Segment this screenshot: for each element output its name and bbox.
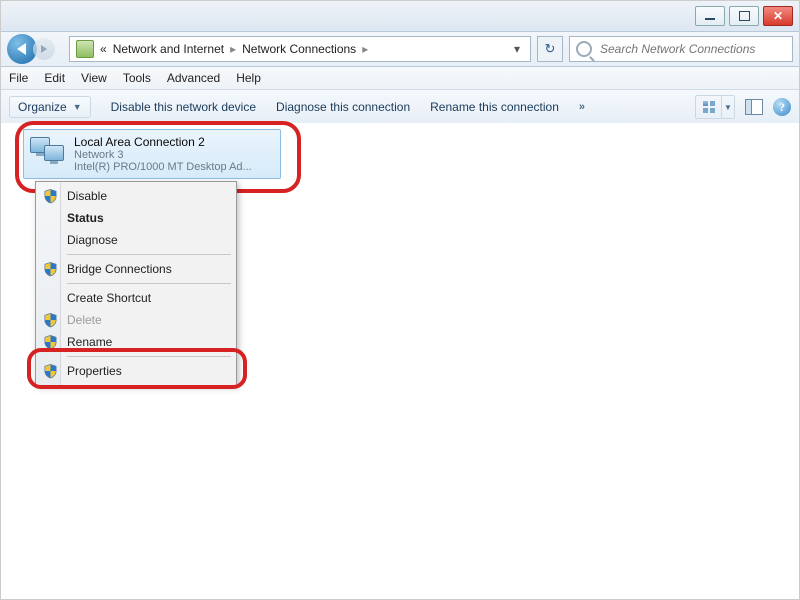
address-bar-row: « Network and Internet ▸ Network Connect…: [1, 32, 799, 67]
chevron-down-icon: ▼: [73, 102, 82, 112]
context-menu-item-delete: Delete: [39, 309, 233, 331]
context-menu-item-label: Properties: [67, 364, 122, 378]
location-icon: [76, 40, 94, 58]
arrow-right-icon: [41, 45, 47, 53]
nav-buttons: [7, 35, 63, 63]
uac-shield-icon: [43, 363, 58, 379]
forward-button[interactable]: [33, 38, 55, 60]
context-menu-separator: [67, 283, 231, 284]
context-menu-separator: [67, 254, 231, 255]
context-menu-item-label: Delete: [67, 313, 102, 327]
context-menu-item-properties[interactable]: Properties: [39, 360, 233, 382]
context-menu-item-label: Rename: [67, 335, 112, 349]
menu-help[interactable]: Help: [236, 71, 261, 85]
search-box[interactable]: [569, 36, 793, 62]
content-area: Local Area Connection 2 Network 3 Intel(…: [1, 123, 799, 599]
connection-title: Local Area Connection 2: [74, 135, 252, 149]
address-dropdown[interactable]: ▾: [510, 42, 524, 56]
command-bar: Organize ▼ Disable this network device D…: [1, 90, 799, 125]
context-menu-item-label: Bridge Connections: [67, 262, 172, 276]
uac-shield-icon: [43, 261, 58, 277]
uac-shield-icon: [43, 188, 58, 204]
menu-edit[interactable]: Edit: [44, 71, 65, 85]
chevron-right-icon: ▸: [362, 42, 368, 56]
search-icon: [576, 41, 592, 57]
breadcrumb-seg-2[interactable]: Network Connections: [242, 42, 356, 56]
help-button[interactable]: ?: [773, 98, 791, 116]
breadcrumb-seg-1[interactable]: Network and Internet: [113, 42, 224, 56]
search-input[interactable]: [598, 41, 786, 57]
menu-file[interactable]: File: [9, 71, 28, 85]
breadcrumb-chevron[interactable]: «: [100, 42, 107, 56]
cmd-rename[interactable]: Rename this connection: [430, 100, 559, 114]
menu-tools[interactable]: Tools: [123, 71, 151, 85]
organize-label: Organize: [18, 100, 67, 114]
context-menu-item-disable[interactable]: Disable: [39, 185, 233, 207]
refresh-button[interactable]: ↻: [537, 36, 563, 62]
context-menu: Disable Status Diagnose Bridge Connections C…: [35, 181, 237, 386]
maximize-button[interactable]: [729, 6, 759, 26]
view-mode-button[interactable]: ▼: [695, 95, 735, 119]
menu-bar: File Edit View Tools Advanced Help: [1, 67, 799, 90]
context-menu-item-label: Disable: [67, 189, 107, 203]
minimize-button[interactable]: [695, 6, 725, 26]
window-titlebar: ✕: [1, 1, 799, 32]
network-adapter-icon: [30, 135, 68, 173]
cmd-more-chevrons[interactable]: »: [579, 101, 583, 113]
menu-advanced[interactable]: Advanced: [167, 71, 220, 85]
refresh-icon: ↻: [545, 41, 556, 57]
context-menu-item-label: Diagnose: [67, 233, 118, 247]
context-menu-item-label: Create Shortcut: [67, 291, 151, 305]
connection-network: Network 3: [74, 149, 252, 161]
context-menu-item-status[interactable]: Status: [39, 207, 233, 229]
menu-view[interactable]: View: [81, 71, 107, 85]
uac-shield-icon: [43, 334, 58, 350]
preview-pane-button[interactable]: [745, 99, 763, 115]
tiles-icon: [703, 101, 715, 113]
context-menu-item-bridge-connections[interactable]: Bridge Connections: [39, 258, 233, 280]
context-menu-separator: [67, 356, 231, 357]
cmd-diagnose[interactable]: Diagnose this connection: [276, 100, 410, 114]
chevron-right-icon: ▸: [230, 42, 236, 56]
context-menu-item-label: Status: [67, 211, 104, 225]
organize-button[interactable]: Organize ▼: [9, 96, 91, 118]
uac-shield-icon: [43, 312, 58, 328]
cmd-disable-device[interactable]: Disable this network device: [111, 100, 256, 114]
address-bar[interactable]: « Network and Internet ▸ Network Connect…: [69, 36, 531, 62]
chevron-down-icon: ▼: [722, 96, 734, 118]
connection-tile[interactable]: Local Area Connection 2 Network 3 Intel(…: [23, 129, 281, 179]
context-menu-item-create-shortcut[interactable]: Create Shortcut: [39, 287, 233, 309]
context-menu-item-diagnose[interactable]: Diagnose: [39, 229, 233, 251]
context-menu-item-rename[interactable]: Rename: [39, 331, 233, 353]
connection-adapter: Intel(R) PRO/1000 MT Desktop Ad...: [74, 161, 252, 173]
arrow-left-icon: [17, 43, 26, 55]
close-button[interactable]: ✕: [763, 6, 793, 26]
